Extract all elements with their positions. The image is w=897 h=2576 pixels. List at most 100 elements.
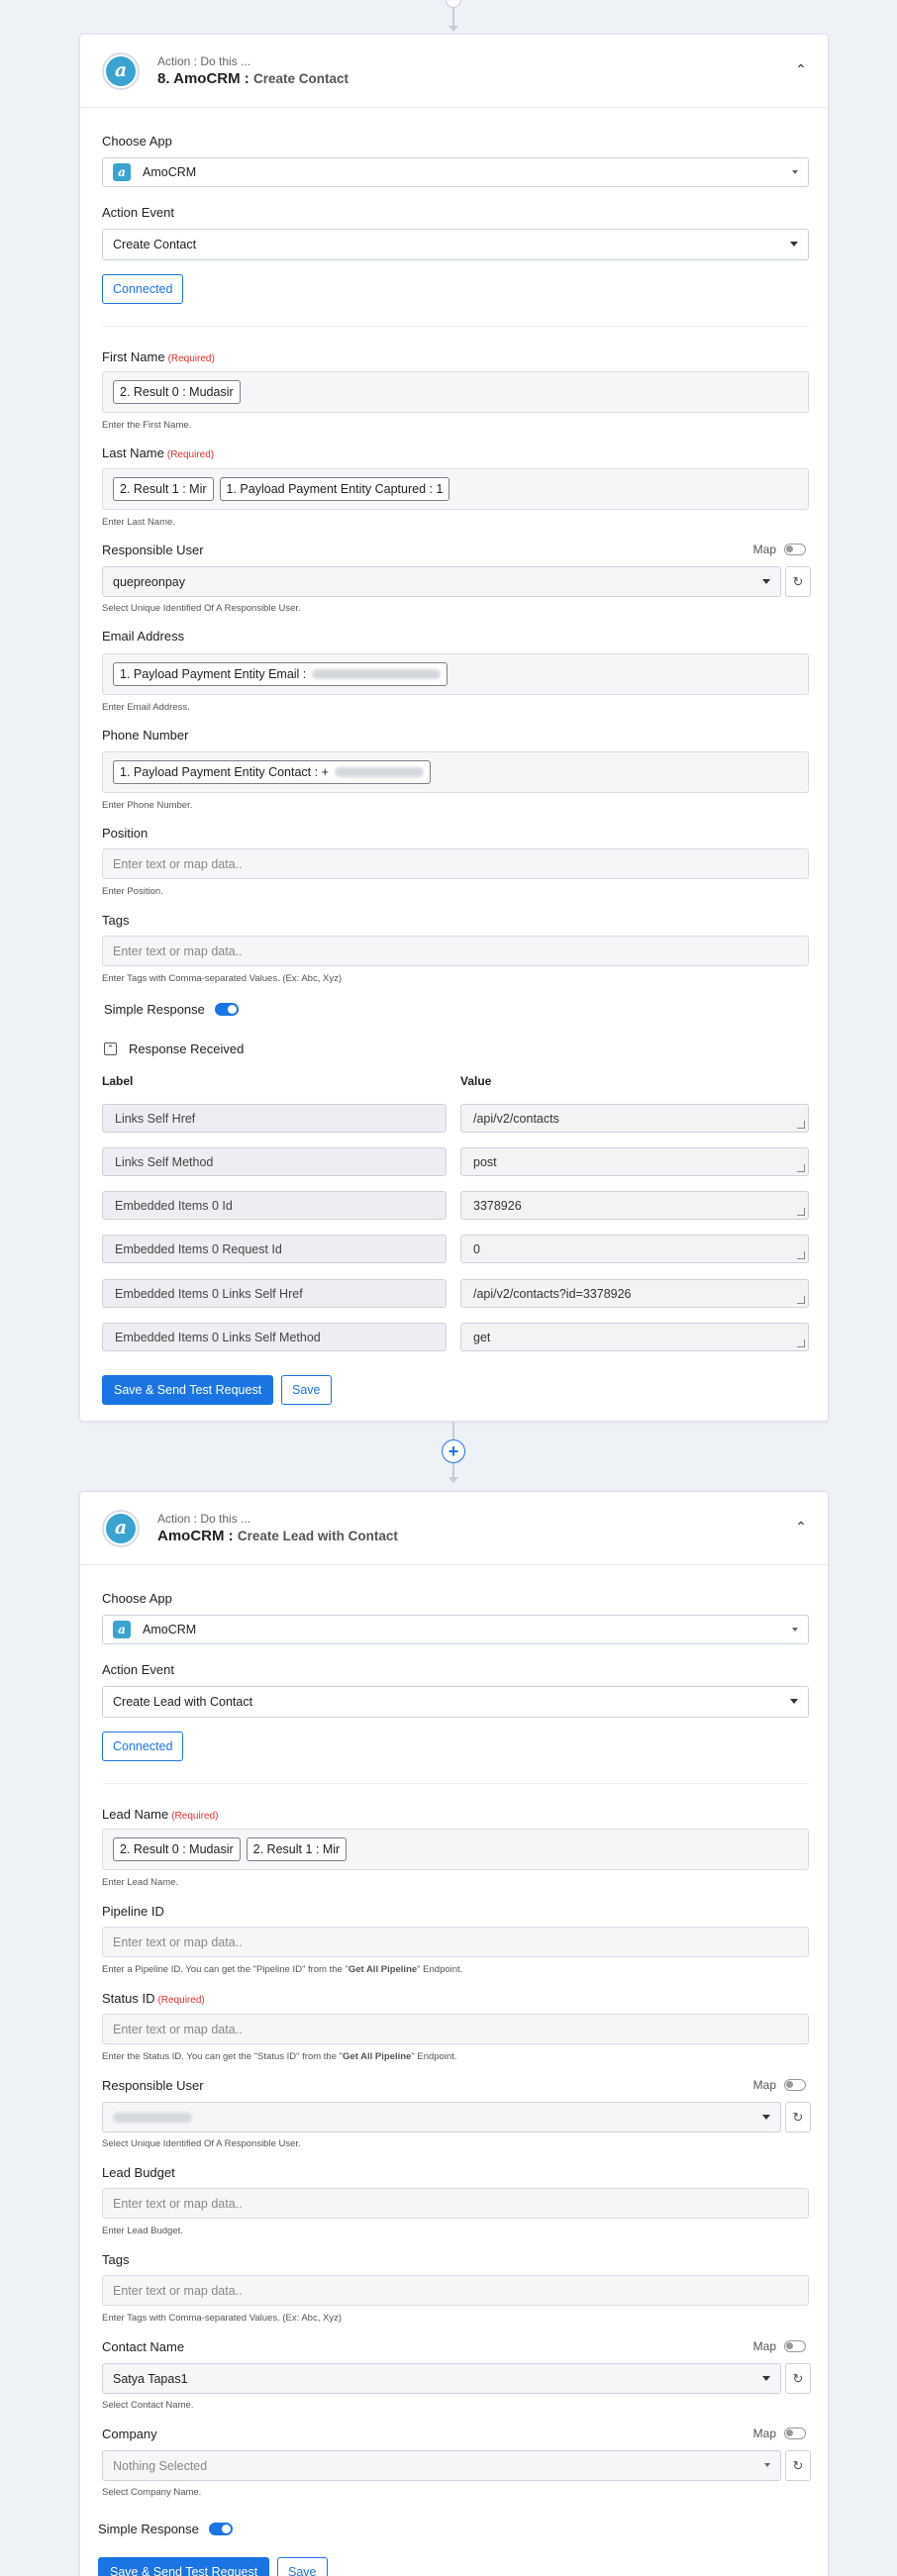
phone-hint: Enter Phone Number. <box>102 800 193 811</box>
map-toggle[interactable]: Map <box>753 2339 806 2353</box>
mapped-chip[interactable]: 2. Result 0 : Mudasir <box>113 380 241 404</box>
responsible-user-select[interactable]: quepreonpay <box>102 566 781 597</box>
card-title: AmoCRM : Create Lead with Contact <box>157 1528 398 1544</box>
chevron-up-icon[interactable]: ⌃ <box>104 1042 117 1055</box>
last-name-hint: Enter Last Name. <box>102 517 175 528</box>
pipeline-id-input[interactable]: Enter text or map data.. <box>102 1927 809 1957</box>
status-id-hint: Enter the Status ID. You can get the "St… <box>102 2051 457 2062</box>
tags-hint: Enter Tags with Comma-separated Values. … <box>102 2313 342 2324</box>
tags-input[interactable]: Enter text or map data.. <box>102 936 809 966</box>
last-name-field[interactable]: 2. Result 1 : Mir 1. Payload Payment Ent… <box>102 468 809 510</box>
action-event-select[interactable]: Create Lead with Contact <box>102 1686 809 1718</box>
divider <box>102 326 809 327</box>
contact-name-select[interactable]: Satya Tapas1 <box>102 2363 781 2394</box>
phone-label: Phone Number <box>102 728 189 743</box>
flow-arrow-icon <box>448 1477 458 1483</box>
chevron-up-icon[interactable]: ⌃ <box>792 61 810 79</box>
position-input[interactable]: Enter text or map data.. <box>102 848 809 879</box>
refresh-icon[interactable]: ↻ <box>785 2363 811 2394</box>
action-event-label: Action Event <box>102 1662 174 1677</box>
map-toggle[interactable]: Map <box>753 2427 806 2440</box>
lead-budget-input[interactable]: Enter text or map data.. <box>102 2188 809 2219</box>
contact-name-hint: Select Contact Name. <box>102 2400 194 2411</box>
toggle-off-icon[interactable] <box>784 2427 806 2439</box>
redacted-value <box>312 669 442 679</box>
action-card-create-lead: a Action : Do this ... AmoCRM : Create L… <box>79 1491 829 2576</box>
first-name-label: First Name (Required) <box>102 349 215 364</box>
company-hint: Select Company Name. <box>102 2487 202 2498</box>
lead-name-label: Lead Name (Required) <box>102 1807 219 1822</box>
response-value-cell[interactable]: get <box>460 1323 809 1351</box>
map-toggle[interactable]: Map <box>753 543 806 556</box>
amocrm-logo-icon: a <box>113 163 131 181</box>
toggle-off-icon[interactable] <box>784 2340 806 2352</box>
choose-app-label: Choose App <box>102 134 172 149</box>
response-value-cell[interactable]: post <box>460 1147 809 1176</box>
chevron-up-icon[interactable]: ⌃ <box>792 1519 810 1536</box>
choose-app-select[interactable]: a AmoCRM <box>102 157 809 187</box>
save-send-test-button[interactable]: Save & Send Test Request <box>98 2557 270 2576</box>
status-id-label: Status ID (Required) <box>102 1991 205 2006</box>
email-field[interactable]: 1. Payload Payment Entity Email : <box>102 653 809 695</box>
caret-down-icon <box>762 2376 770 2381</box>
column-value-header: Value <box>460 1074 492 1088</box>
tags-hint: Enter Tags with Comma-separated Values. … <box>102 973 342 984</box>
save-send-test-button[interactable]: Save & Send Test Request <box>102 1375 274 1405</box>
response-value-cell[interactable]: /api/v2/contacts <box>460 1104 809 1133</box>
simple-response-toggle[interactable] <box>214 1003 239 1016</box>
card-header[interactable]: a Action : Do this ... 8. AmoCRM : Creat… <box>80 35 828 108</box>
flow-connector-dot <box>446 0 461 8</box>
company-select[interactable]: Nothing Selected <box>102 2450 781 2481</box>
response-value-cell[interactable]: 3378926 <box>460 1191 809 1220</box>
email-label: Email Address <box>102 629 185 644</box>
mapped-chip[interactable]: 2. Result 1 : Mir <box>113 477 214 501</box>
action-event-label: Action Event <box>102 205 174 220</box>
caret-down-icon <box>792 1628 798 1632</box>
first-name-field[interactable]: 2. Result 0 : Mudasir <box>102 371 809 413</box>
mapped-chip[interactable]: 2. Result 1 : Mir <box>246 1837 348 1861</box>
connected-button[interactable]: Connected <box>102 274 184 304</box>
response-label-cell: Embedded Items 0 Links Self Method <box>102 1323 447 1351</box>
toggle-off-icon[interactable] <box>784 544 806 555</box>
mapped-chip[interactable]: 1. Payload Payment Entity Captured : 1 <box>219 477 450 501</box>
redacted-value <box>334 767 424 777</box>
phone-field[interactable]: 1. Payload Payment Entity Contact : + <box>102 751 809 793</box>
toggle-off-icon[interactable] <box>784 2079 806 2091</box>
plus-icon[interactable]: + <box>442 1439 465 1463</box>
card-title: 8. AmoCRM : Create Contact <box>157 70 349 87</box>
refresh-icon[interactable]: ↻ <box>785 2450 811 2481</box>
mapped-chip[interactable]: 2. Result 0 : Mudasir <box>113 1837 241 1861</box>
choose-app-select[interactable]: a AmoCRM <box>102 1615 809 1644</box>
connected-button[interactable]: Connected <box>102 1732 184 1761</box>
responsible-user-select[interactable] <box>102 2102 781 2132</box>
lead-budget-label: Lead Budget <box>102 2165 175 2180</box>
company-label: Company <box>102 2427 157 2441</box>
action-event-select[interactable]: Create Contact <box>102 229 809 260</box>
flow-connector-line <box>452 1422 454 1439</box>
response-value-cell[interactable]: 0 <box>460 1235 809 1263</box>
simple-response-toggle[interactable] <box>208 2523 233 2535</box>
refresh-icon[interactable]: ↻ <box>785 566 811 597</box>
tags-input[interactable]: Enter text or map data.. <box>102 2275 809 2306</box>
amocrm-logo-icon: a <box>102 51 140 90</box>
save-button[interactable]: Save <box>277 2557 328 2576</box>
card-header[interactable]: a Action : Do this ... AmoCRM : Create L… <box>80 1492 828 1565</box>
contact-name-label: Contact Name <box>102 2339 185 2354</box>
save-button[interactable]: Save <box>281 1375 332 1405</box>
caret-down-icon <box>764 2463 770 2467</box>
redacted-value <box>113 2112 192 2123</box>
map-toggle[interactable]: Map <box>753 2078 806 2092</box>
mapped-chip[interactable]: 1. Payload Payment Entity Contact : + <box>113 760 431 784</box>
responsible-user-label: Responsible User <box>102 543 204 557</box>
position-hint: Enter Position. <box>102 886 163 897</box>
refresh-icon[interactable]: ↻ <box>785 2102 811 2132</box>
divider <box>102 1783 809 1784</box>
response-value-cell[interactable]: /api/v2/contacts?id=3378926 <box>460 1279 809 1308</box>
response-received-toggle[interactable]: ⌃ Response Received <box>104 1041 244 1056</box>
amocrm-logo-icon: a <box>113 1621 131 1638</box>
tags-label: Tags <box>102 913 130 928</box>
mapped-chip[interactable]: 1. Payload Payment Entity Email : <box>113 662 448 686</box>
response-label-cell: Embedded Items 0 Id <box>102 1191 447 1220</box>
status-id-input[interactable]: Enter text or map data.. <box>102 2014 809 2044</box>
lead-name-field[interactable]: 2. Result 0 : Mudasir 2. Result 1 : Mir <box>102 1829 809 1870</box>
